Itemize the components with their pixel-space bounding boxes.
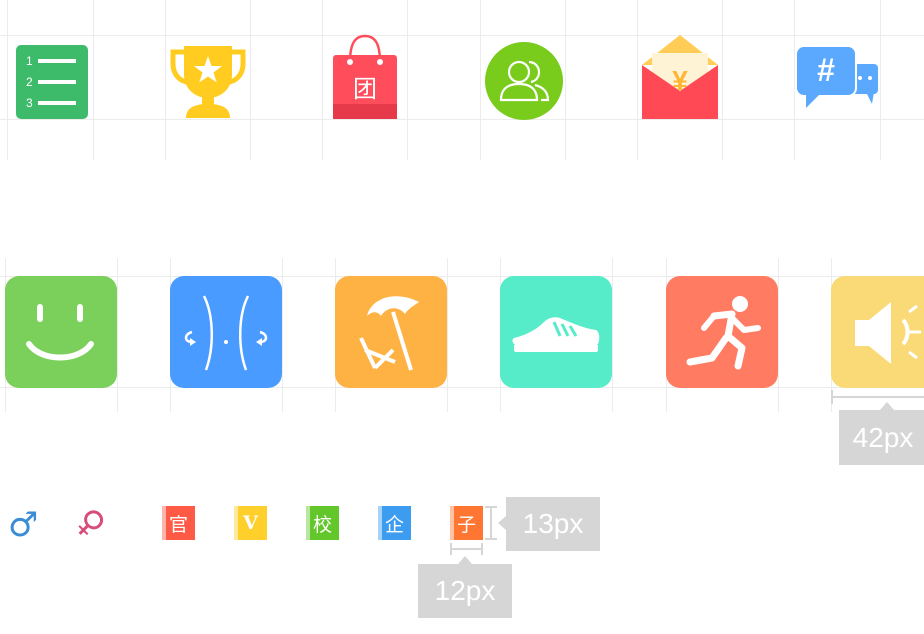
speaker-icon[interactable] — [831, 276, 924, 388]
enterprise-badge: 企 — [378, 506, 411, 540]
official-badge: 官 — [162, 506, 195, 540]
chat-hash-sign: # — [817, 52, 835, 88]
badge-width-measure-label: 12px — [418, 564, 512, 618]
beach-umbrella-icon[interactable] — [335, 276, 447, 388]
list-number: 1 — [26, 54, 33, 68]
height-measure-label: 13px — [506, 497, 600, 551]
envelope-yen-sign: ¥ — [672, 65, 688, 96]
width-measure-label: 42px — [839, 410, 924, 465]
numbered-list-icon[interactable]: 1 2 3 — [16, 45, 88, 119]
topic-chat-icon[interactable]: # — [795, 45, 880, 110]
trophy-icon[interactable] — [170, 44, 246, 120]
red-envelope-icon[interactable]: ¥ — [642, 33, 718, 119]
contacts-icon[interactable] — [485, 42, 563, 120]
school-badge: 校 — [306, 506, 339, 540]
child-badge: 子 — [450, 506, 483, 540]
list-number: 2 — [26, 75, 33, 89]
group-buy-bag-icon[interactable]: 团 — [332, 34, 398, 120]
sneaker-icon[interactable] — [500, 276, 612, 388]
list-number: 3 — [26, 96, 33, 110]
verified-v-badge: V — [234, 506, 267, 540]
body-shape-icon[interactable] — [170, 276, 282, 388]
bag-character: 团 — [353, 75, 377, 103]
smile-face-icon[interactable] — [5, 276, 117, 388]
female-symbol-icon: ♀ — [67, 500, 114, 546]
running-man-icon[interactable] — [666, 276, 778, 388]
male-symbol-icon: ♂ — [8, 505, 39, 545]
